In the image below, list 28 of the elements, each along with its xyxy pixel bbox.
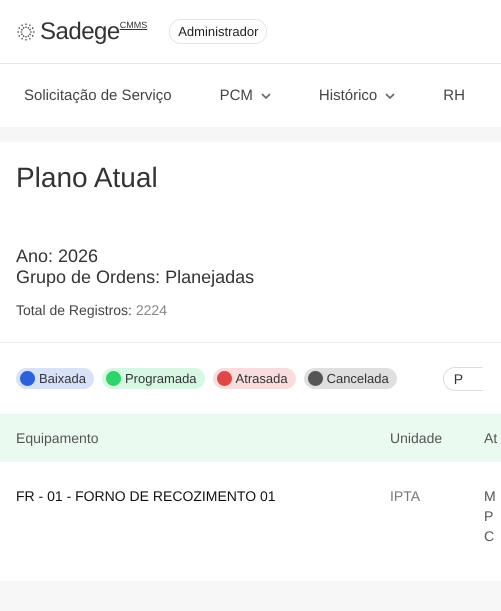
year-label: Ano: 2026 <box>16 246 100 267</box>
nav-item[interactable]: Histórico <box>318 87 396 104</box>
chevron-down-icon <box>260 92 271 98</box>
role-badge: Administrador <box>169 19 268 44</box>
table-cell-text: C <box>484 527 496 546</box>
table-cell-text: M <box>484 487 497 506</box>
total-value: 2224 <box>136 302 167 318</box>
brand-superscript: CMMS <box>120 20 148 30</box>
filter-field[interactable]: P <box>442 366 483 390</box>
table-cell-text: IPTA <box>390 488 422 504</box>
status-chip[interactable]: Programada <box>102 368 205 389</box>
table-cell-text: P <box>484 507 494 526</box>
group-label: Grupo de Ordens: Planejadas <box>16 267 256 288</box>
column-header[interactable]: Equipamento <box>16 430 390 446</box>
chevron-down-icon <box>385 92 396 98</box>
table-cell-text: FR - 01 - FORNO DE RECOZIMENTO 01 <box>16 488 277 504</box>
status-chip[interactable]: Atrasada <box>212 368 296 389</box>
logo-icon <box>16 22 36 42</box>
nav-item[interactable]: PCM <box>220 87 271 104</box>
column-header[interactable]: At <box>484 430 501 446</box>
status-chip[interactable]: Baixada <box>16 368 94 389</box>
page-title: Plano Atual <box>16 162 159 194</box>
column-header[interactable]: Unidade <box>390 430 484 446</box>
brand-name: Sadege <box>40 18 120 46</box>
total-label: Total de Registros: <box>16 302 132 318</box>
nav-item[interactable]: RH <box>443 87 465 104</box>
nav-item[interactable]: Solicitação de Serviço <box>24 87 172 104</box>
status-chip[interactable]: Cancelada <box>304 368 397 389</box>
